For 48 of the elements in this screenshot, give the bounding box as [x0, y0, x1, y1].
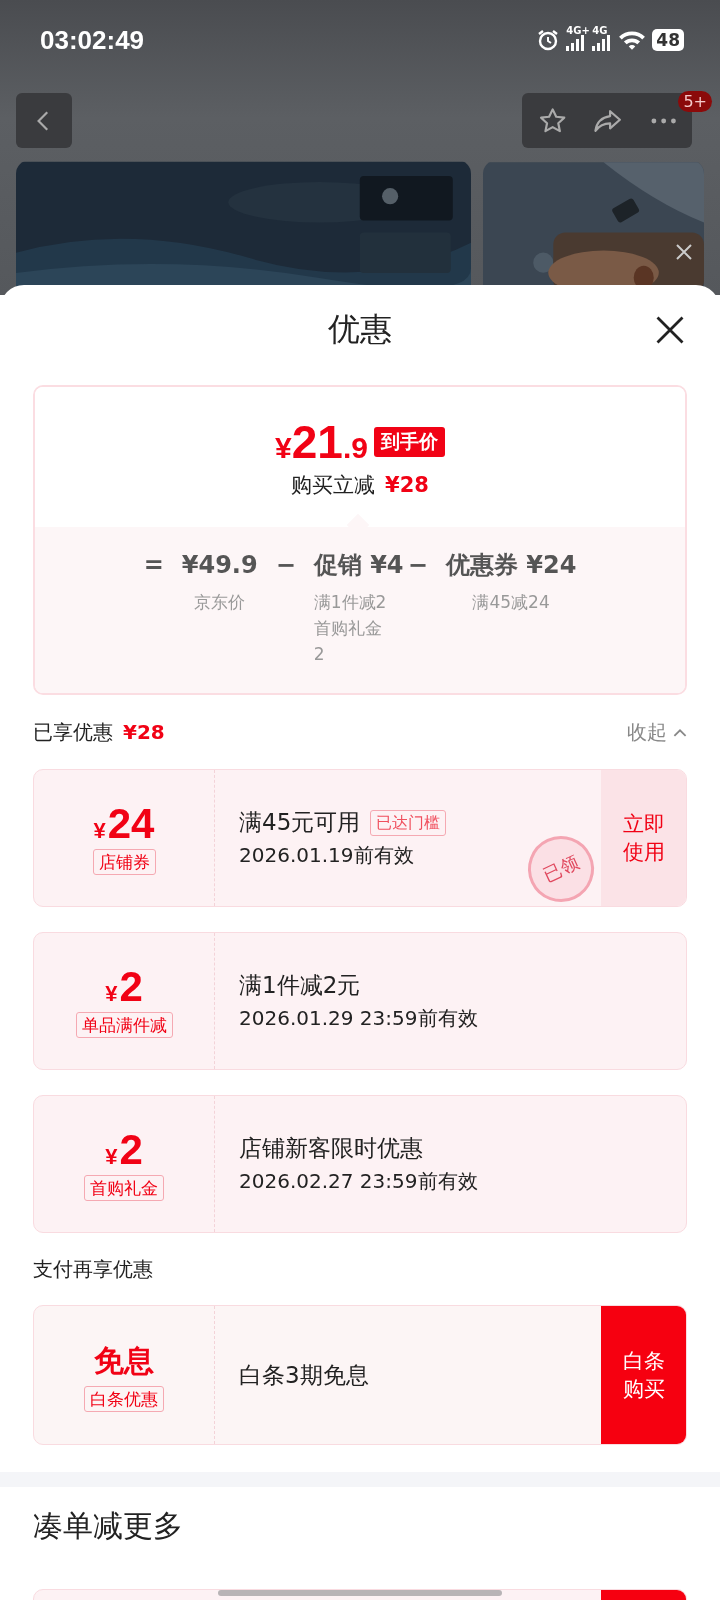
coupon-type: 单品满件减: [75, 1012, 173, 1038]
threshold-tag: 已达门槛: [370, 809, 447, 836]
coupon-condition: 满45元可用: [239, 808, 361, 837]
validity-text: 2026.01.19前有效: [239, 842, 414, 869]
signal-icon: [592, 35, 613, 51]
network-type: 4G: [592, 25, 608, 36]
signal-icon: [566, 35, 587, 51]
battery-level: 48: [652, 29, 684, 51]
coupon-type: 店铺券: [92, 849, 156, 875]
collapse-toggle[interactable]: 收起: [627, 718, 687, 746]
price-term: 促销 ¥4: [313, 550, 404, 581]
coupon-type: 白条优惠: [84, 1386, 164, 1412]
coupon-amount: ¥24: [93, 801, 155, 847]
price-term: 优惠券 ¥24: [445, 550, 577, 581]
coupon-condition: 白条3期免息: [239, 1360, 369, 1390]
coupon-amount: ¥2: [105, 1127, 143, 1173]
term-note: 满1件减2: [313, 591, 387, 614]
term-note: 满45减24: [472, 591, 550, 614]
close-icon[interactable]: [655, 315, 685, 345]
use-button[interactable]: 立即使用: [601, 770, 686, 906]
validity-text: 2026.02.27 23:59前有效: [239, 1168, 478, 1195]
term-note: 首购礼金2: [313, 617, 383, 666]
price-tag: 到手价: [373, 427, 445, 457]
final-price: ¥21.9: [275, 415, 368, 469]
discount-total: ¥28: [123, 719, 165, 744]
coupon-amount: 免息: [94, 1342, 154, 1380]
section-heading: 支付再享优惠: [33, 1255, 154, 1283]
close-icon[interactable]: [674, 242, 694, 262]
section-heading: 凑单减更多: [33, 1506, 184, 1545]
network-type: 4G+: [566, 25, 590, 36]
validity-text: 2026.01.29 23:59前有效: [239, 1005, 478, 1032]
notification-badge: 5+: [678, 91, 712, 112]
coupon-condition: 店铺新客限时优惠: [239, 1134, 423, 1163]
saving-label: 购买立减: [291, 472, 376, 499]
coupon-type: 首购礼金: [84, 1175, 164, 1201]
section-label: 已享优惠: [33, 718, 113, 746]
status-time: 03:02:49: [40, 24, 145, 56]
coupon-amount: ¥2: [105, 964, 143, 1010]
price-term: ¥49.9: [181, 550, 258, 581]
operator: =: [143, 550, 164, 581]
term-note: 京东价: [194, 591, 246, 614]
operator: −: [275, 550, 296, 581]
use-button[interactable]: 白条购买: [601, 1306, 686, 1444]
coupon-condition: 满1件减2元: [239, 971, 361, 1000]
sheet-title: 优惠: [328, 309, 392, 350]
wifi-icon: [618, 29, 647, 51]
operator: −: [407, 550, 428, 581]
saving-amount: ¥28: [385, 473, 429, 497]
